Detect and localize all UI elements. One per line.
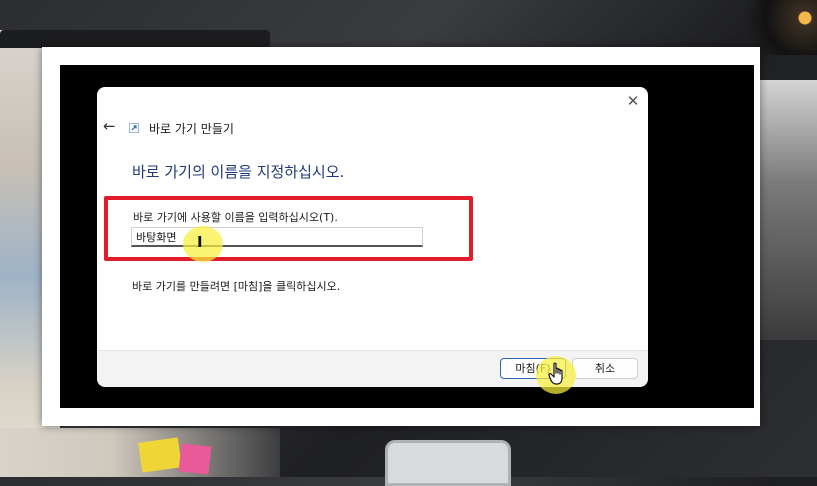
- text-cursor-icon: I: [197, 233, 203, 251]
- background-photo-right: [760, 80, 817, 340]
- annotation-highlight-box: [104, 196, 473, 261]
- hand-pointer-icon: [548, 362, 563, 385]
- background-phone: [385, 440, 511, 486]
- dialog-title: 바로 가기 만들기: [149, 122, 234, 136]
- page-heading: 바로 가기의 이름을 지정하십시오.: [132, 163, 345, 181]
- background-sticky-note: [138, 437, 182, 473]
- shortcut-icon: [129, 123, 139, 133]
- background-sticky-note-pink: [178, 443, 212, 475]
- background-laptop: [0, 30, 270, 48]
- finish-instruction-text: 바로 가기를 만들려면 [마침]을 클릭하십시오.: [132, 280, 341, 293]
- cancel-button[interactable]: 취소: [572, 358, 638, 379]
- cursor-highlight: [183, 226, 223, 262]
- back-arrow-icon[interactable]: ←: [103, 118, 119, 134]
- close-icon[interactable]: ✕: [624, 92, 642, 110]
